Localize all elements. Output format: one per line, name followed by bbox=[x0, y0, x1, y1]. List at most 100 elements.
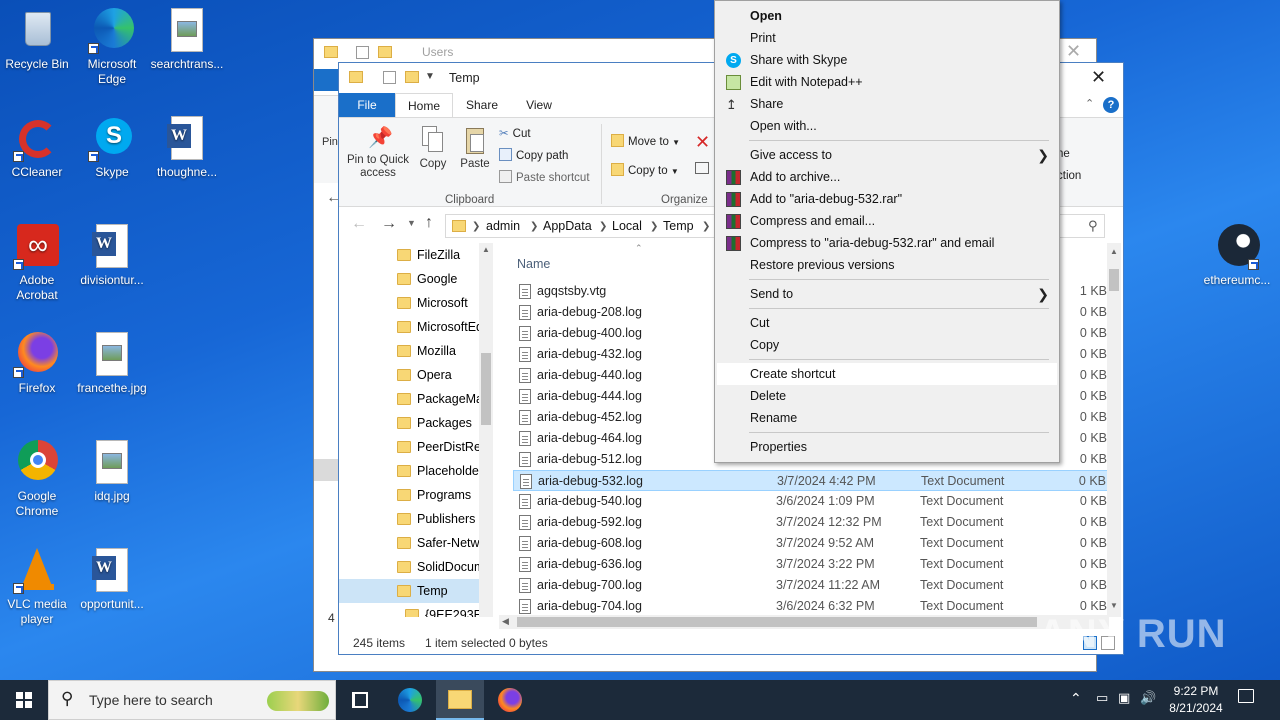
nav-pane-scrollbar[interactable]: ▲ bbox=[479, 243, 493, 617]
back-arrow-icon[interactable]: ← bbox=[351, 215, 367, 233]
desktop-icon-ccleaner[interactable]: CCleaner bbox=[0, 114, 74, 180]
desktop-icon-edge[interactable]: Microsoft Edge bbox=[75, 6, 149, 87]
menu-item-print[interactable]: Print bbox=[717, 27, 1057, 49]
file-list-scrollbar[interactable]: ▲ ▼ bbox=[1107, 243, 1121, 617]
volume-icon[interactable]: 🔊 bbox=[1140, 690, 1156, 706]
clock[interactable]: 9:22 PM 8/21/2024 bbox=[1164, 683, 1228, 717]
desktop-icon-divisiontur[interactable]: W divisiontur... bbox=[75, 222, 149, 288]
menu-item-cut[interactable]: Cut bbox=[717, 312, 1057, 334]
taskbar-edge-button[interactable] bbox=[386, 680, 434, 720]
recent-locations-icon[interactable]: ▼ bbox=[407, 218, 416, 228]
desktop-icon-searchtrans[interactable]: searchtrans... bbox=[150, 6, 224, 72]
folder-icon bbox=[397, 537, 411, 549]
scrollbar-thumb[interactable] bbox=[517, 617, 1037, 627]
copy-button[interactable]: Copy bbox=[415, 126, 451, 170]
menu-item-share-with-skype[interactable]: S Share with Skype bbox=[717, 49, 1057, 71]
taskbar-file-explorer-button[interactable] bbox=[436, 680, 484, 720]
menu-item-open-with[interactable]: Open with... bbox=[717, 115, 1057, 137]
search-icon[interactable]: ⚲ bbox=[1088, 218, 1098, 234]
breadcrumb-local[interactable]: Local bbox=[612, 219, 642, 233]
monitor-icon[interactable]: ▣ bbox=[1118, 690, 1130, 706]
breadcrumb-admin[interactable]: admin bbox=[486, 219, 520, 233]
menu-item-create-shortcut[interactable]: Create shortcut bbox=[717, 363, 1057, 385]
tab-view[interactable]: View bbox=[513, 93, 565, 117]
tab-home[interactable]: Home bbox=[395, 93, 453, 117]
desktop-icon-chrome[interactable]: Google Chrome bbox=[0, 438, 74, 519]
desktop-icon-idq[interactable]: idq.jpg bbox=[75, 438, 149, 504]
file-row-aria-debug-636-log[interactable]: aria-debug-636.log 3/7/2024 3:22 PM Text D… bbox=[513, 554, 1109, 575]
file-row-aria-debug-540-log[interactable]: aria-debug-540.log 3/6/2024 1:09 PM Text D… bbox=[513, 491, 1109, 512]
notification-icon[interactable] bbox=[1238, 689, 1254, 703]
desktop-icon-thoughne[interactable]: W thoughne... bbox=[150, 114, 224, 180]
column-header-name[interactable]: Name bbox=[517, 257, 550, 271]
desktop-icon-ethereum[interactable]: ethereumc... bbox=[1200, 222, 1274, 288]
file-size: 0 KB bbox=[1079, 536, 1107, 550]
menu-item-share[interactable]: ↥ Share bbox=[717, 93, 1057, 115]
menu-item-compress-and-email[interactable]: Compress and email... bbox=[717, 210, 1057, 232]
delete-icon[interactable]: ✕ bbox=[695, 132, 710, 153]
scroll-up-arrow-icon[interactable]: ▲ bbox=[482, 245, 490, 254]
properties-checkbox-icon[interactable] bbox=[383, 71, 396, 84]
close-icon[interactable]: ✕ bbox=[1091, 67, 1106, 88]
cut-button[interactable]: ✂ Cut bbox=[499, 126, 531, 140]
file-row-aria-debug-592-log[interactable]: aria-debug-592.log 3/7/2024 12:32 PM Text … bbox=[513, 512, 1109, 533]
desktop-icon-vlc[interactable]: VLC media player bbox=[0, 546, 74, 627]
tab-share[interactable]: Share bbox=[457, 93, 507, 117]
breadcrumb-temp[interactable]: Temp bbox=[663, 219, 694, 233]
desktop-icon-firefox[interactable]: Firefox bbox=[0, 330, 74, 396]
menu-item-delete[interactable]: Delete bbox=[717, 385, 1057, 407]
scroll-left-arrow-icon[interactable]: ◀ bbox=[502, 616, 509, 627]
copy-to-button[interactable]: Copy to ▼ bbox=[611, 163, 679, 177]
help-icon[interactable]: ? bbox=[1103, 97, 1119, 113]
menu-item-give-access-to[interactable]: Give access to ❯ bbox=[717, 144, 1057, 166]
horizontal-scrollbar[interactable]: ◀ bbox=[499, 615, 1109, 629]
new-folder-icon[interactable] bbox=[405, 71, 419, 83]
task-view-button[interactable] bbox=[336, 680, 384, 720]
qat-dropdown-icon[interactable]: ▼ bbox=[425, 71, 435, 82]
network-icon[interactable]: ▭ bbox=[1096, 690, 1108, 706]
menu-item-add-to-archive[interactable]: Add to archive... bbox=[717, 166, 1057, 188]
menu-item-edit-with-notepadpp[interactable]: Edit with Notepad++ bbox=[717, 71, 1057, 93]
nav-item-temp[interactable]: Temp bbox=[339, 579, 479, 603]
menu-item-rename[interactable]: Rename bbox=[717, 407, 1057, 429]
breadcrumb-appdata[interactable]: AppData bbox=[543, 219, 592, 233]
menu-item-properties[interactable]: Properties bbox=[717, 436, 1057, 458]
menu-item-send-to[interactable]: Send to ❯ bbox=[717, 283, 1057, 305]
collapse-ribbon-icon[interactable]: ⌃ bbox=[1085, 97, 1094, 110]
paste-shortcut-button[interactable]: Paste shortcut bbox=[499, 170, 590, 184]
paste-button[interactable]: Paste bbox=[457, 126, 493, 170]
taskbar-firefox-button[interactable] bbox=[486, 680, 534, 720]
desktop-icon-recycle-bin[interactable]: Recycle Bin bbox=[0, 6, 74, 72]
file-row-aria-debug-704-log[interactable]: aria-debug-704.log 3/6/2024 6:32 PM Text D… bbox=[513, 596, 1109, 617]
start-button[interactable] bbox=[0, 680, 48, 720]
rename-icon[interactable] bbox=[695, 162, 709, 174]
file-row-aria-debug-700-log[interactable]: aria-debug-700.log 3/7/2024 11:22 AM Text … bbox=[513, 575, 1109, 596]
folder-icon bbox=[397, 513, 411, 525]
copy-path-button[interactable]: Copy path bbox=[499, 148, 568, 162]
desktop-icon-opportunit[interactable]: W opportunit... bbox=[75, 546, 149, 612]
file-row-aria-debug-608-log[interactable]: aria-debug-608.log 3/7/2024 9:52 AM Text D… bbox=[513, 533, 1109, 554]
forward-arrow-icon[interactable]: → bbox=[381, 215, 397, 233]
close-icon[interactable]: ✕ bbox=[1066, 41, 1081, 62]
tab-file[interactable]: File bbox=[339, 93, 395, 117]
text-file-icon bbox=[519, 599, 531, 614]
show-hidden-icons-icon[interactable]: ⌃ bbox=[1070, 690, 1082, 707]
desktop-icon-adobe-acrobat[interactable]: ∞ Adobe Acrobat bbox=[0, 222, 74, 303]
menu-item-copy[interactable]: Copy bbox=[717, 334, 1057, 356]
scrollbar-thumb[interactable] bbox=[1109, 269, 1119, 291]
menu-item-compress-to-rar-and-email[interactable]: Compress to "aria-debug-532.rar" and ema… bbox=[717, 232, 1057, 254]
file-tab-partial[interactable] bbox=[314, 69, 340, 91]
menu-item-open[interactable]: Open bbox=[717, 5, 1057, 27]
move-to-button[interactable]: Move to ▼ bbox=[611, 134, 680, 148]
up-arrow-icon[interactable]: ↑ bbox=[425, 214, 433, 232]
menu-item-restore-previous-versions[interactable]: Restore previous versions bbox=[717, 254, 1057, 276]
menu-item-add-to-rar[interactable]: Add to "aria-debug-532.rar" bbox=[717, 188, 1057, 210]
scroll-down-arrow-icon[interactable]: ▼ bbox=[1110, 601, 1118, 610]
desktop-icon-francethe[interactable]: francethe.jpg bbox=[75, 330, 149, 396]
file-row-aria-debug-532-log[interactable]: aria-debug-532.log 3/7/2024 4:42 PM Text D… bbox=[513, 470, 1109, 491]
desktop-icon-skype[interactable]: S Skype bbox=[75, 114, 149, 180]
scrollbar-thumb[interactable] bbox=[481, 353, 491, 425]
scroll-up-arrow-icon[interactable]: ▲ bbox=[1110, 247, 1118, 256]
pin-to-quick-access-button[interactable]: 📌 Pin to Quick access bbox=[345, 126, 411, 180]
taskbar-search-box[interactable]: ⚲ Type here to search bbox=[48, 680, 336, 720]
